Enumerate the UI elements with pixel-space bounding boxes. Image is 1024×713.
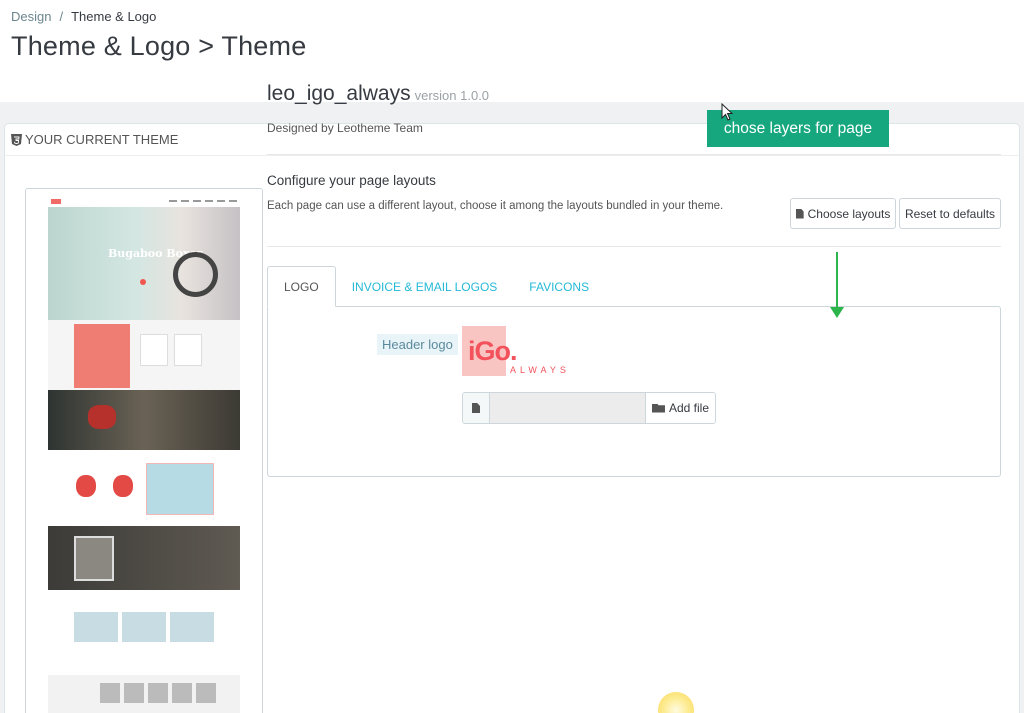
mouse-cursor-icon <box>721 103 733 121</box>
panel-heading-label: YOUR CURRENT THEME <box>25 132 179 147</box>
tab-favicons[interactable]: FAVICONS <box>513 266 605 307</box>
preview-feature <box>48 526 240 590</box>
header-logo-image: iGo. ALWAYS <box>462 326 574 378</box>
theme-preview-image: Bugaboo Boxer <box>25 188 263 713</box>
html5-icon <box>11 133 22 146</box>
choose-layouts-label: Choose layouts <box>807 206 891 221</box>
page-header: Design / Theme & Logo Theme & Logo > Theme <box>0 0 1024 102</box>
theme-version: version 1.0.0 <box>414 88 490 103</box>
annotation-arrow-head <box>830 307 844 318</box>
breadcrumb-separator: / <box>59 9 64 24</box>
preview-blog <box>48 590 240 674</box>
reset-defaults-label: Reset to defaults <box>904 206 996 221</box>
tab-logo[interactable]: LOGO <box>267 266 336 307</box>
breadcrumb-parent-link[interactable]: Design <box>11 9 51 24</box>
logo-tabs: LOGO INVOICE & EMAIL LOGOS FAVICONS <box>267 266 605 307</box>
file-name-input[interactable] <box>490 393 645 423</box>
folder-open-icon <box>651 403 665 413</box>
breadcrumb: Design / Theme & Logo <box>11 9 156 24</box>
theme-name: leo_igo_always version 1.0.0 <box>267 82 489 106</box>
logo-file-upload: Add file <box>462 392 716 424</box>
divider <box>267 246 1001 247</box>
preview-banner <box>48 390 240 450</box>
add-file-label: Add file <box>668 401 710 415</box>
add-file-button[interactable]: Add file <box>645 393 715 423</box>
preview-bestseller <box>48 453 240 519</box>
divider <box>267 154 1001 155</box>
annotation-callout: chose layers for page <box>707 110 889 147</box>
theme-author: Designed by Leotheme Team <box>267 121 423 135</box>
tab-invoice-email-logos[interactable]: INVOICE & EMAIL LOGOS <box>336 266 514 307</box>
annotation-arrow-line <box>836 252 838 314</box>
logo-text: iGo. <box>468 336 517 366</box>
file-icon <box>795 208 804 219</box>
choose-layouts-button[interactable]: Choose layouts <box>790 198 896 229</box>
preview-hero: Bugaboo Boxer <box>48 207 240 320</box>
preview-instagram <box>48 675 240 713</box>
reset-defaults-button[interactable]: Reset to defaults <box>899 198 1001 229</box>
page-title: Theme & Logo > Theme <box>11 31 307 61</box>
header-logo-label: Header logo <box>377 334 458 355</box>
preview-topbar <box>48 195 240 207</box>
layouts-title: Configure your page layouts <box>267 173 436 188</box>
theme-name-text: leo_igo_always <box>267 82 411 105</box>
logo-subtext: ALWAYS <box>510 365 570 375</box>
breadcrumb-current: Theme & Logo <box>71 9 157 24</box>
file-addon <box>463 393 490 423</box>
preview-collection <box>48 320 240 390</box>
file-icon <box>472 403 480 413</box>
layouts-description: Each page can use a different layout, ch… <box>267 200 724 212</box>
